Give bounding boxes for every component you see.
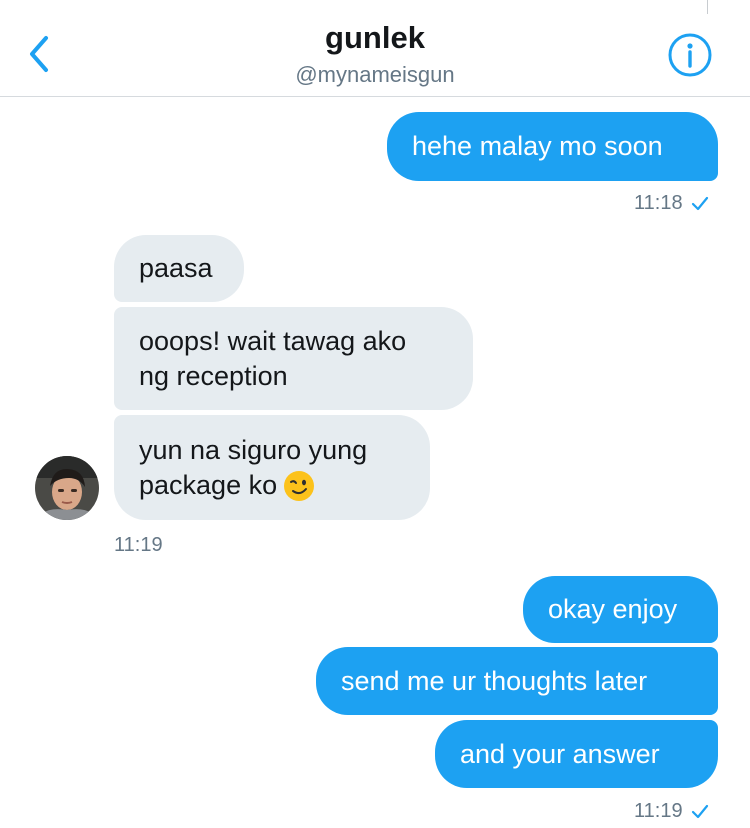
message-timestamp: 11:18: [634, 192, 709, 215]
message-timestamp: 11:19: [634, 800, 709, 823]
winking-face-emoji: [284, 471, 315, 502]
avatar-photo: [35, 456, 99, 520]
message-text-line: ooops! wait tawag ako: [139, 325, 407, 356]
message-text-line: yun na siguro yung: [139, 434, 368, 465]
divider: [707, 0, 708, 14]
message-text: send me ur thoughts later: [341, 665, 648, 696]
message-text: okay enjoy: [548, 594, 678, 624]
message-text: paasa: [139, 253, 213, 283]
message-text-line: ng reception: [139, 360, 288, 391]
message-bubble-outgoing[interactable]: send me ur thoughts later: [316, 647, 718, 715]
avatar[interactable]: [35, 456, 99, 520]
message-text-line: package ko: [139, 468, 315, 503]
message-timestamp: 11:19: [114, 534, 163, 556]
message-bubble-incoming[interactable]: paasa: [114, 235, 244, 302]
info-button[interactable]: [667, 32, 713, 78]
info-icon: [668, 33, 712, 77]
conversation-handle: @mynameisgun: [295, 62, 455, 87]
message-bubble-outgoing[interactable]: okay enjoy: [523, 576, 718, 643]
message-text: hehe malay mo soon: [412, 131, 663, 161]
message-bubble-outgoing[interactable]: hehe malay mo soon: [387, 112, 718, 181]
message-bubble-incoming[interactable]: yun na siguro yung package ko: [114, 415, 430, 520]
checkmark-icon: [691, 804, 708, 818]
conversation-header: gunlek @mynameisgun: [0, 0, 750, 97]
message-bubble-outgoing[interactable]: and your answer: [435, 720, 718, 788]
message-text: and your answer: [460, 738, 660, 769]
checkmark-icon: [691, 196, 708, 210]
conversation-title: gunlek: [325, 20, 425, 55]
message-bubble-incoming[interactable]: ooops! wait tawag ako ng reception: [114, 307, 473, 410]
